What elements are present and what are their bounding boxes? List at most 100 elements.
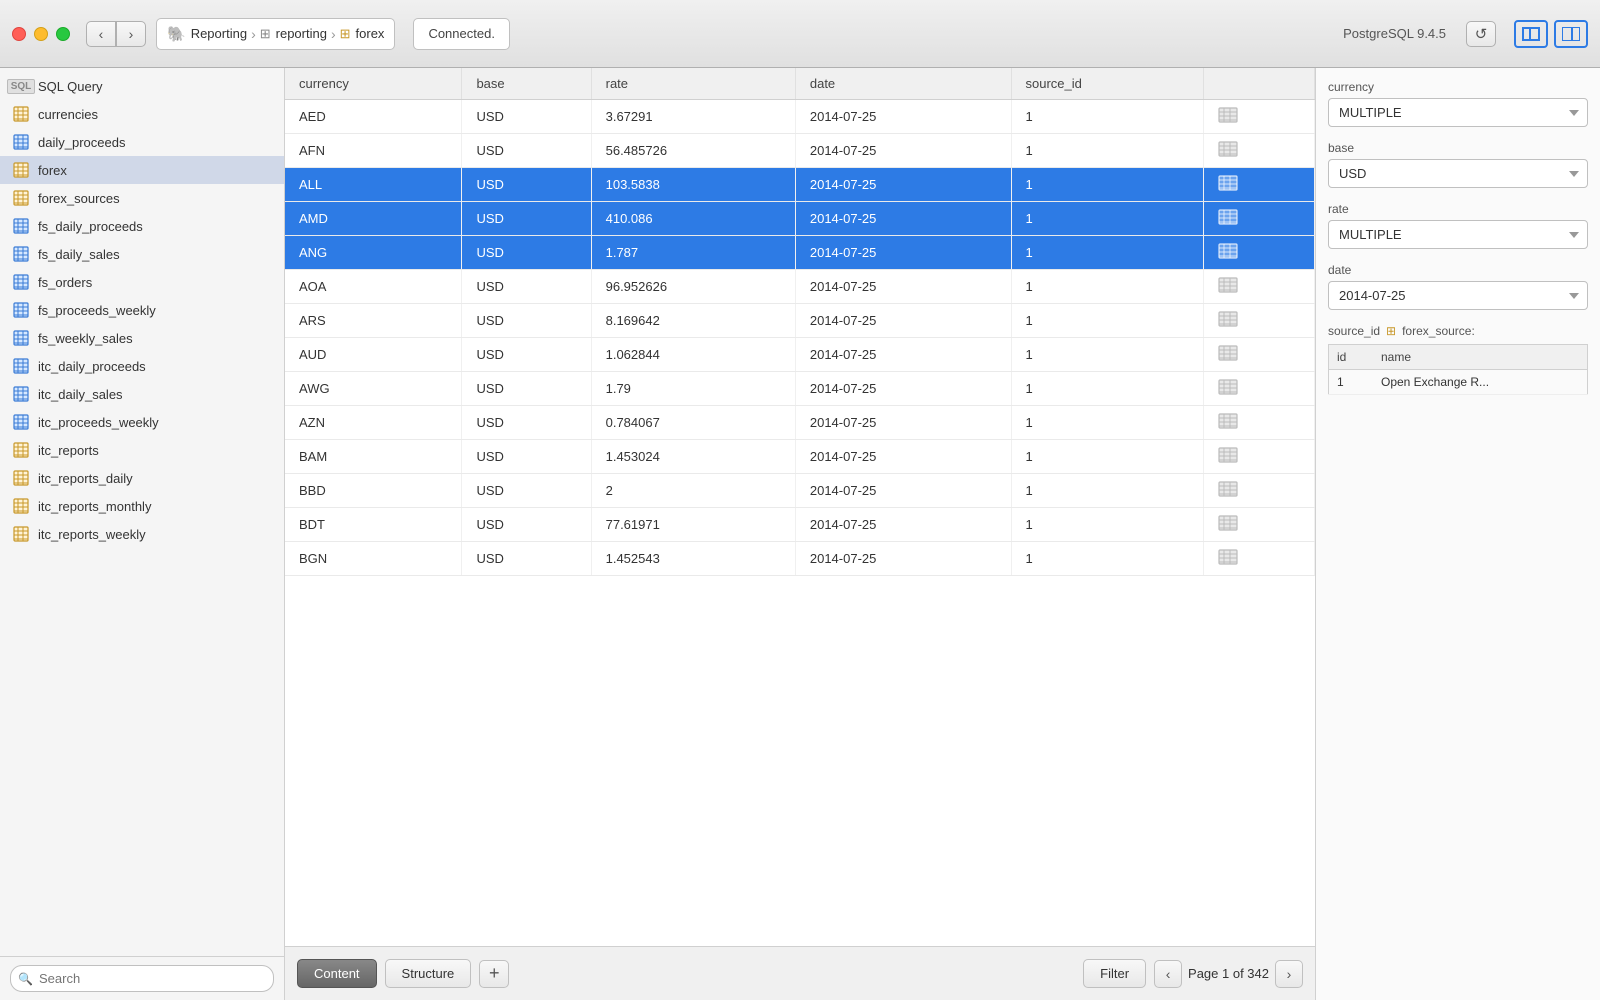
sidebar-item-label: fs_proceeds_weekly bbox=[38, 303, 156, 318]
sidebar-item-fs_orders[interactable]: fs_orders bbox=[0, 268, 284, 296]
sidebar-item-forex[interactable]: forex bbox=[0, 156, 284, 184]
forward-button[interactable]: › bbox=[116, 21, 146, 47]
breadcrumb-db[interactable]: 🐘 Reporting bbox=[167, 25, 247, 43]
table-icon-fs_orders bbox=[13, 274, 29, 290]
sidebar-item-fs_weekly_sales[interactable]: fs_weekly_sales bbox=[0, 324, 284, 352]
table-row[interactable]: ARSUSD8.1696422014-07-251 bbox=[285, 304, 1315, 338]
table-row[interactable]: AOAUSD96.9526262014-07-251 bbox=[285, 270, 1315, 304]
sidebar-item-SQL Query[interactable]: SQL SQL Query bbox=[0, 72, 284, 100]
layout-button-2[interactable] bbox=[1554, 20, 1588, 48]
table-row[interactable]: BDTUSD77.619712014-07-251 bbox=[285, 508, 1315, 542]
cell-icon[interactable] bbox=[1204, 236, 1315, 270]
table-row[interactable]: ANGUSD1.7872014-07-251 bbox=[285, 236, 1315, 270]
cell-icon[interactable] bbox=[1204, 406, 1315, 440]
sidebar-item-forex_sources[interactable]: forex_sources bbox=[0, 184, 284, 212]
cell-icon[interactable] bbox=[1204, 338, 1315, 372]
cell-icon[interactable] bbox=[1204, 372, 1315, 406]
sidebar-item-itc_reports_monthly[interactable]: itc_reports_monthly bbox=[0, 492, 284, 520]
refresh-button[interactable]: ↺ bbox=[1466, 21, 1496, 47]
cell-icon[interactable] bbox=[1204, 202, 1315, 236]
sidebar-item-fs_proceeds_weekly[interactable]: fs_proceeds_weekly bbox=[0, 296, 284, 324]
table-row[interactable]: AUDUSD1.0628442014-07-251 bbox=[285, 338, 1315, 372]
col-header-source_id[interactable]: source_id bbox=[1011, 68, 1204, 100]
cell-icon[interactable] bbox=[1204, 440, 1315, 474]
table-row[interactable]: AWGUSD1.792014-07-251 bbox=[285, 372, 1315, 406]
base-filter-select[interactable]: USD bbox=[1328, 159, 1588, 188]
table-row[interactable]: AFNUSD56.4857262014-07-251 bbox=[285, 134, 1315, 168]
layout-button-1[interactable] bbox=[1514, 20, 1548, 48]
cell-currency: BDT bbox=[285, 508, 462, 542]
sidebar-item-itc_reports_weekly[interactable]: itc_reports_weekly bbox=[0, 520, 284, 548]
cell-source_id: 1 bbox=[1011, 202, 1204, 236]
table-icon-itc_reports_weekly bbox=[13, 526, 29, 542]
db-icon: 🐘 bbox=[167, 25, 186, 43]
filter-button[interactable]: Filter bbox=[1083, 959, 1146, 988]
cell-icon[interactable] bbox=[1204, 270, 1315, 304]
add-row-button[interactable]: + bbox=[479, 960, 509, 988]
sidebar-item-itc_daily_proceeds[interactable]: itc_daily_proceeds bbox=[0, 352, 284, 380]
minimize-button[interactable] bbox=[34, 27, 48, 41]
col-header-currency[interactable]: currency bbox=[285, 68, 462, 100]
sidebar-item-label: fs_weekly_sales bbox=[38, 331, 133, 346]
table-row[interactable]: BBDUSD22014-07-251 bbox=[285, 474, 1315, 508]
col-header-date[interactable]: date bbox=[795, 68, 1011, 100]
sidebar-list: SQL SQL Query currencies daily_proce bbox=[0, 68, 284, 956]
structure-tab-button[interactable]: Structure bbox=[385, 959, 472, 988]
table-row[interactable]: BGNUSD1.4525432014-07-251 bbox=[285, 542, 1315, 576]
breadcrumb-schema[interactable]: ⊞ reporting bbox=[260, 26, 327, 42]
col-header-base[interactable]: base bbox=[462, 68, 591, 100]
table-icon-fs_proceeds_weekly bbox=[13, 302, 29, 318]
currency-filter-select[interactable]: MULTIPLE bbox=[1328, 98, 1588, 127]
cell-date: 2014-07-25 bbox=[795, 202, 1011, 236]
sidebar-item-label: daily_proceeds bbox=[38, 135, 125, 150]
rate-filter-select[interactable]: MULTIPLE bbox=[1328, 220, 1588, 249]
cell-rate: 1.453024 bbox=[591, 440, 795, 474]
date-filter-select[interactable]: 2014-07-25 bbox=[1328, 281, 1588, 310]
table-row[interactable]: AEDUSD3.672912014-07-251 bbox=[285, 100, 1315, 134]
sidebar-item-daily_proceeds[interactable]: daily_proceeds bbox=[0, 128, 284, 156]
cell-icon[interactable] bbox=[1204, 134, 1315, 168]
table-row[interactable]: AZNUSD0.7840672014-07-251 bbox=[285, 406, 1315, 440]
cell-rate: 3.67291 bbox=[591, 100, 795, 134]
close-button[interactable] bbox=[12, 27, 26, 41]
next-page-button[interactable]: › bbox=[1275, 960, 1303, 988]
sidebar-item-itc_proceeds_weekly[interactable]: itc_proceeds_weekly bbox=[0, 408, 284, 436]
col-header-[interactable] bbox=[1204, 68, 1315, 100]
col-header-rate[interactable]: rate bbox=[591, 68, 795, 100]
row-table-icon bbox=[1218, 175, 1238, 191]
row-table-icon bbox=[1218, 515, 1238, 531]
table-row[interactable]: ALLUSD103.58382014-07-251 bbox=[285, 168, 1315, 202]
cell-icon[interactable] bbox=[1204, 474, 1315, 508]
search-input[interactable] bbox=[10, 965, 274, 992]
maximize-button[interactable] bbox=[56, 27, 70, 41]
cell-currency: ARS bbox=[285, 304, 462, 338]
sidebar-icon: SQL bbox=[12, 77, 30, 95]
table-row[interactable]: AMDUSD410.0862014-07-251 bbox=[285, 202, 1315, 236]
sidebar-item-currencies[interactable]: currencies bbox=[0, 100, 284, 128]
cell-icon[interactable] bbox=[1204, 168, 1315, 202]
sidebar-icon bbox=[12, 189, 30, 207]
currency-filter-label: currency bbox=[1328, 80, 1588, 94]
cell-icon[interactable] bbox=[1204, 100, 1315, 134]
base-filter-label: base bbox=[1328, 141, 1588, 155]
sidebar-item-fs_daily_proceeds[interactable]: fs_daily_proceeds bbox=[0, 212, 284, 240]
prev-page-button[interactable]: ‹ bbox=[1154, 960, 1182, 988]
sidebar-item-itc_reports[interactable]: itc_reports bbox=[0, 436, 284, 464]
breadcrumb-table[interactable]: ⊞ forex bbox=[340, 26, 385, 42]
cell-icon[interactable] bbox=[1204, 508, 1315, 542]
sidebar-item-itc_daily_sales[interactable]: itc_daily_sales bbox=[0, 380, 284, 408]
cell-date: 2014-07-25 bbox=[795, 236, 1011, 270]
source-ref-label: forex_source: bbox=[1402, 324, 1475, 338]
sidebar-item-itc_reports_daily[interactable]: itc_reports_daily bbox=[0, 464, 284, 492]
table-row[interactable]: BAMUSD1.4530242014-07-251 bbox=[285, 440, 1315, 474]
cell-icon[interactable] bbox=[1204, 542, 1315, 576]
cell-icon[interactable] bbox=[1204, 304, 1315, 338]
date-filter: date 2014-07-25 bbox=[1328, 263, 1588, 310]
sidebar-item-label: forex bbox=[38, 163, 67, 178]
sidebar-item-label: itc_reports_weekly bbox=[38, 527, 146, 542]
cell-currency: BAM bbox=[285, 440, 462, 474]
cell-base: USD bbox=[462, 202, 591, 236]
back-button[interactable]: ‹ bbox=[86, 21, 116, 47]
sidebar-item-fs_daily_sales[interactable]: fs_daily_sales bbox=[0, 240, 284, 268]
content-tab-button[interactable]: Content bbox=[297, 959, 377, 988]
